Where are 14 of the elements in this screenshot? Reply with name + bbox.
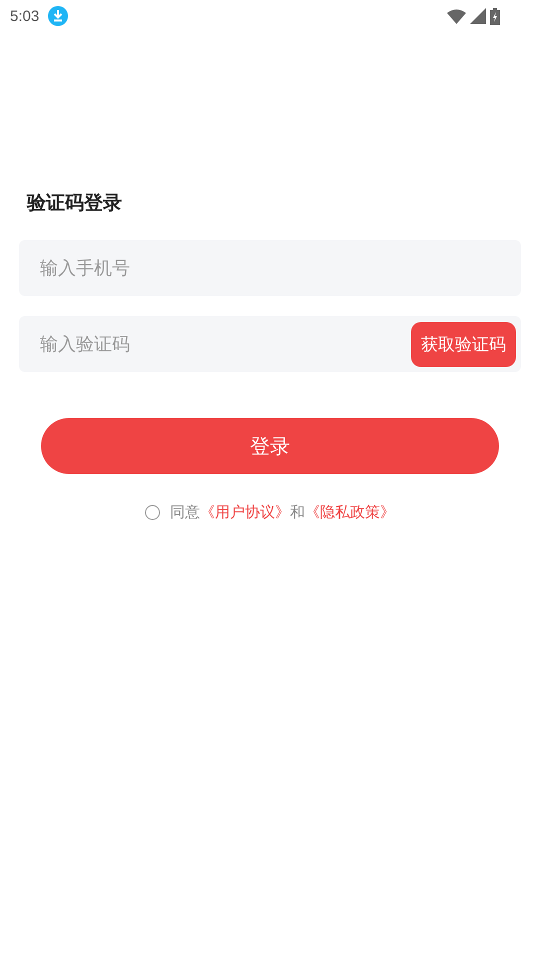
agreement-text: 同意 [170,503,200,522]
agreement-link[interactable]: 《用户协议》 [200,503,290,522]
wifi-icon [447,8,466,24]
agreement-text: 和 [290,503,305,522]
login-button[interactable]: 登录 [41,418,499,474]
agree-radio[interactable] [145,505,160,520]
agreement-link[interactable]: 《隐私政策》 [305,503,395,522]
signal-icon [470,8,486,24]
get-code-button[interactable]: 获取验证码 [411,322,516,366]
phone-field[interactable]: 输入手机号 [19,240,521,296]
battery-icon [490,8,500,24]
download-icon [48,6,68,26]
status-time: 5:03 [10,8,40,24]
page-title: 验证码登录 [27,191,122,216]
